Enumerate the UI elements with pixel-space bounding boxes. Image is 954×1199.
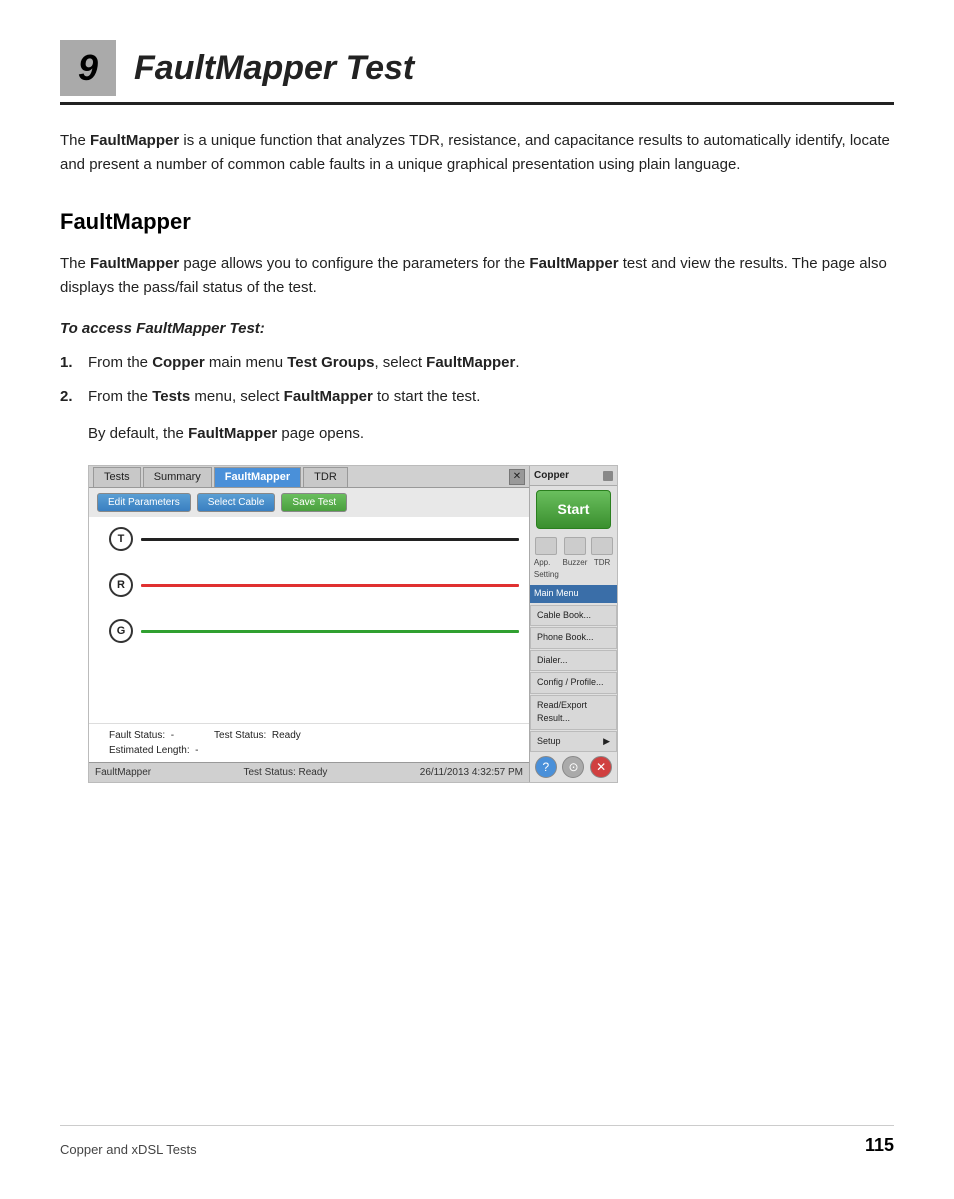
menu-setup[interactable]: Setup ▶ [530, 731, 617, 753]
section-paragraph: The FaultMapper page allows you to confi… [60, 252, 894, 300]
access-heading: To access FaultMapper Test: [60, 318, 894, 341]
fault-status: Fault Status: - [109, 728, 174, 743]
footer-left: Copper and xDSL Tests [60, 1140, 197, 1160]
chapter-number: 9 [60, 40, 116, 96]
estimated-length: Estimated Length: - [109, 743, 521, 758]
bottom-icon-2[interactable]: ⊙ [562, 756, 584, 778]
menu-items: Cable Book... Phone Book... Dialer... Co… [530, 605, 617, 753]
status-row: Fault Status: - Test Status: Ready [109, 728, 521, 743]
menu-setup-label: Setup [537, 735, 561, 749]
page-footer: Copper and xDSL Tests 115 [60, 1125, 894, 1159]
screenshot: Tests Summary FaultMapper TDR ✕ Edit Par… [88, 465, 618, 783]
screen-status-area: Fault Status: - Test Status: Ready Estim… [89, 723, 529, 762]
tdr-label: TDR [594, 557, 610, 569]
step-2-num: 2. [60, 385, 88, 409]
content-area: The FaultMapper is a unique function tha… [60, 129, 894, 783]
wire-row-t: T [109, 527, 519, 551]
by-default-para: By default, the FaultMapper page opens. [88, 423, 894, 446]
menu-phone-book[interactable]: Phone Book... [530, 627, 617, 649]
wire-line-g [141, 630, 519, 633]
setup-arrow-icon: ▶ [603, 735, 610, 749]
chapter-header: 9 FaultMapper Test [60, 40, 894, 105]
tab-tdr[interactable]: TDR [303, 467, 348, 487]
start-button[interactable]: Start [536, 490, 611, 529]
buzzer-icon-cell[interactable]: Buzzer [562, 537, 587, 581]
step-1: 1. From the Copper main menu Test Groups… [60, 351, 894, 375]
page-number: 115 [865, 1132, 894, 1159]
statusbar-center: Test Status: Ready [243, 765, 327, 780]
menu-read-export[interactable]: Read/Export Result... [530, 695, 617, 730]
menu-dialer[interactable]: Dialer... [530, 650, 617, 672]
step-2-text: From the Tests menu, select FaultMapper … [88, 385, 480, 409]
main-menu-label: Main Menu [530, 585, 617, 603]
intro-bold-faultmapper: FaultMapper [90, 132, 179, 149]
steps-list: 1. From the Copper main menu Test Groups… [60, 351, 894, 409]
wire-row-r: R [109, 573, 519, 597]
step-1-num: 1. [60, 351, 88, 375]
copper-sidebar: Copper Start App.Setting Buzzer TDR Ma [529, 466, 617, 782]
tab-close-button[interactable]: ✕ [509, 469, 525, 485]
menu-cable-book[interactable]: Cable Book... [530, 605, 617, 627]
tab-tests[interactable]: Tests [93, 467, 141, 487]
tab-faultmapper[interactable]: FaultMapper [214, 467, 301, 487]
app-setting-label: App.Setting [534, 557, 559, 581]
wire-circle-t: T [109, 527, 133, 551]
bottom-icons: ? ⊙ ✕ [530, 752, 617, 782]
step-1-text: From the Copper main menu Test Groups, s… [88, 351, 520, 375]
wire-line-r [141, 584, 519, 587]
tdr-icon-cell[interactable]: TDR [591, 537, 613, 581]
intro-paragraph: The FaultMapper is a unique function tha… [60, 129, 894, 177]
select-cable-button[interactable]: Select Cable [197, 493, 276, 512]
wire-diagram: T R G [89, 517, 529, 723]
screen-statusbar: FaultMapper Test Status: Ready 26/11/201… [89, 762, 529, 782]
save-test-button[interactable]: Save Test [281, 493, 347, 512]
section-bold1: FaultMapper [90, 255, 179, 272]
screen-tabs-bar: Tests Summary FaultMapper TDR ✕ [89, 466, 529, 488]
wire-row-g: G [109, 619, 519, 643]
wire-circle-g: G [109, 619, 133, 643]
buzzer-label: Buzzer [562, 557, 587, 569]
wire-circle-r: R [109, 573, 133, 597]
wire-line-t [141, 538, 519, 541]
screen-toolbar: Edit Parameters Select Cable Save Test [89, 488, 529, 517]
buzzer-icon [564, 537, 586, 555]
app-setting-icon-cell[interactable]: App.Setting [534, 537, 559, 581]
statusbar-right: 26/11/2013 4:32:57 PM [420, 765, 523, 780]
tdr-icon [591, 537, 613, 555]
bottom-icon-3[interactable]: ✕ [590, 756, 612, 778]
copper-icon [603, 471, 613, 481]
section-title: FaultMapper [60, 205, 894, 238]
copper-header: Copper [530, 466, 617, 486]
section-bold2: FaultMapper [529, 255, 618, 272]
bottom-icon-1[interactable]: ? [535, 756, 557, 778]
chapter-title: FaultMapper Test [134, 43, 414, 94]
app-setting-icon [535, 537, 557, 555]
step-2: 2. From the Tests menu, select FaultMapp… [60, 385, 894, 409]
screen-left-panel: Tests Summary FaultMapper TDR ✕ Edit Par… [89, 466, 529, 782]
test-status: Test Status: Ready [214, 728, 301, 743]
tab-summary[interactable]: Summary [143, 467, 212, 487]
statusbar-left: FaultMapper [95, 765, 151, 780]
icon-row: App.Setting Buzzer TDR [530, 533, 617, 581]
bydefault-bold: FaultMapper [188, 425, 277, 442]
menu-config-profile[interactable]: Config / Profile... [530, 672, 617, 694]
copper-title: Copper [534, 468, 569, 483]
edit-parameters-button[interactable]: Edit Parameters [97, 493, 191, 512]
